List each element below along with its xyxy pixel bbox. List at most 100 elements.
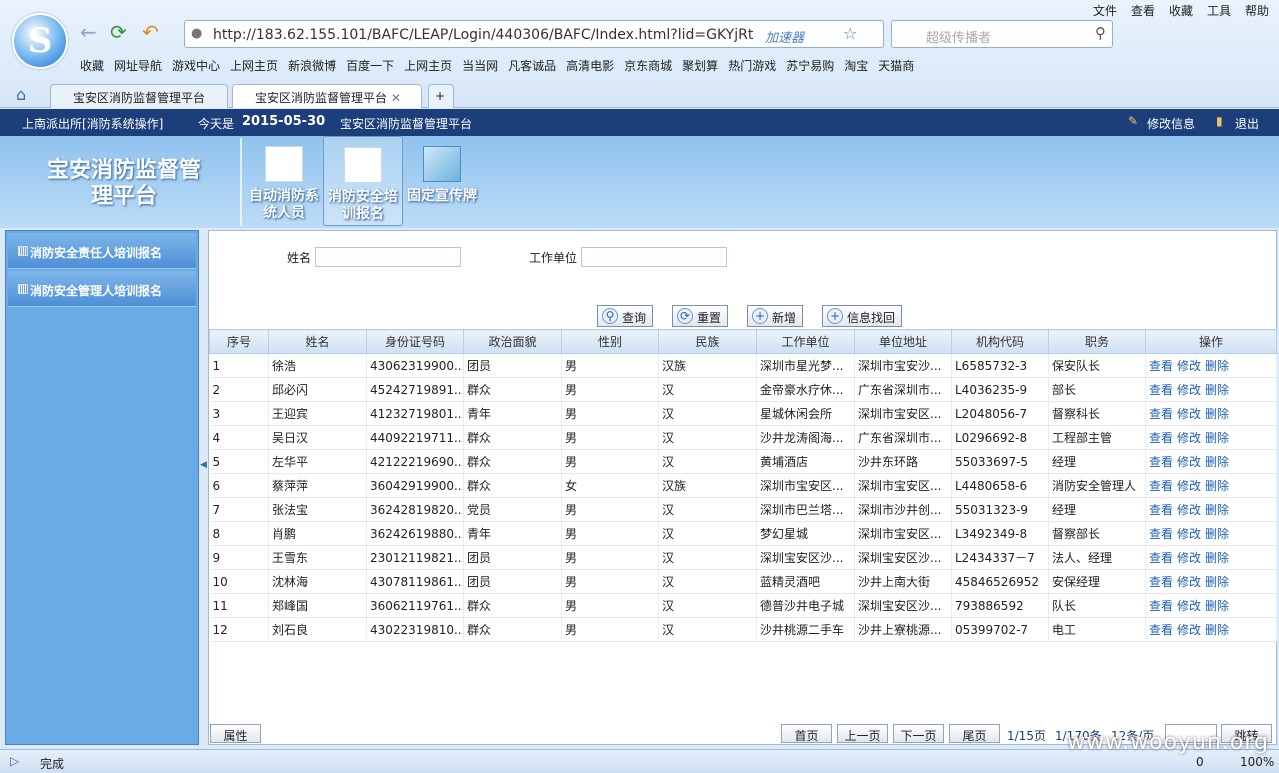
view-link[interactable]: 查看 xyxy=(1149,599,1173,613)
delete-link[interactable]: 删除 xyxy=(1205,431,1229,445)
view-link[interactable]: 查看 xyxy=(1149,407,1173,421)
menu-tools[interactable]: 工具 xyxy=(1207,2,1231,19)
reset-button[interactable]: ⟳ 重置 xyxy=(672,305,729,327)
table-row[interactable]: 7 张法宝 36242819820... 党员男汉深圳市巴兰塔... 深圳市沙井创...… xyxy=(209,497,1277,522)
delete-link[interactable]: 删除 xyxy=(1205,383,1229,397)
home-icon[interactable]: ⌂ xyxy=(16,85,26,104)
edit-link[interactable]: 修改 xyxy=(1177,599,1201,613)
delete-link[interactable]: 删除 xyxy=(1205,551,1229,565)
table-row[interactable]: 6 蔡萍萍 36042919900... 群众女汉族 深圳市宝安区... 深圳市宝安区..… xyxy=(209,473,1277,498)
first-page-button[interactable]: 首页 xyxy=(781,724,832,743)
exit-icon[interactable]: ▮ xyxy=(1216,114,1223,128)
menu-help[interactable]: 帮助 xyxy=(1245,2,1269,19)
column-header[interactable]: 民族 xyxy=(658,329,757,354)
delete-link[interactable]: 删除 xyxy=(1205,407,1229,421)
column-header[interactable]: 政治面貌 xyxy=(463,329,562,354)
menu-view[interactable]: 查看 xyxy=(1131,2,1155,19)
table-row[interactable]: 12 刘石良 43022319810... 群众男汉沙井桃源二手车 沙井上寮桃源... 0… xyxy=(209,617,1277,642)
name-input[interactable] xyxy=(315,247,461,267)
edit-link[interactable]: 修改 xyxy=(1177,383,1201,397)
address-bar[interactable]: ● http://183.62.155.101/BAFC/LEAP/Login/… xyxy=(184,20,884,48)
view-link[interactable]: 查看 xyxy=(1149,623,1173,637)
delete-link[interactable]: 删除 xyxy=(1205,479,1229,493)
table-row[interactable]: 8 肖鹏 36242619880... 青年男汉梦幻星城 深圳市宝安区... L34923… xyxy=(209,521,1277,546)
bookmark-item[interactable]: 京东商城 xyxy=(624,57,672,74)
edit-link[interactable]: 修改 xyxy=(1177,455,1201,469)
view-link[interactable]: 查看 xyxy=(1149,431,1173,445)
bookmark-item[interactable]: 游戏中心 xyxy=(172,57,220,74)
browser-logo[interactable]: S xyxy=(12,13,68,69)
bookmark-item[interactable]: 苏宁易购 xyxy=(786,57,834,74)
edit-link[interactable]: 修改 xyxy=(1177,407,1201,421)
table-row[interactable]: 5 左华平 42122219690... 群众男汉黄埔酒店 沙井东环路 55033697-… xyxy=(209,449,1277,474)
menu-favorites[interactable]: 收藏 xyxy=(1169,2,1193,19)
view-link[interactable]: 查看 xyxy=(1149,359,1173,373)
new-tab-button[interactable]: + xyxy=(428,84,454,108)
view-link[interactable]: 查看 xyxy=(1149,479,1173,493)
delete-link[interactable]: 删除 xyxy=(1205,359,1229,373)
refresh-icon[interactable]: ⟳ xyxy=(110,22,127,42)
bookmark-item[interactable]: 网址导航 xyxy=(114,57,162,74)
sidebar-item-responsible-training[interactable]: 消防安全责任人培训报名 xyxy=(8,233,196,269)
org-input[interactable] xyxy=(581,247,727,267)
url-text[interactable]: http://183.62.155.101/BAFC/LEAP/Login/44… xyxy=(213,27,753,43)
prev-page-button[interactable]: 上一页 xyxy=(837,724,888,743)
sidebar-item-manager-training[interactable]: 消防安全管理人培训报名 xyxy=(8,271,196,307)
view-link[interactable]: 查看 xyxy=(1149,551,1173,565)
column-header[interactable]: 姓名 xyxy=(268,329,367,354)
table-row[interactable]: 10 沈林海 43078119861... 团员男汉蓝精灵酒吧 沙井上南大街 458465… xyxy=(209,569,1277,594)
properties-button[interactable]: 属性 xyxy=(210,724,261,743)
column-header[interactable]: 工作单位 xyxy=(756,329,855,354)
tool-training-registration[interactable]: 消防安全培训报名 xyxy=(323,136,403,226)
bookmark-item[interactable]: 上网主页 xyxy=(404,57,452,74)
query-button[interactable]: ⚲ 查询 xyxy=(597,305,654,327)
table-row[interactable]: 3 王迎宾 41232719801... 青年男汉星城休闲会所 深圳市宝安区... L20… xyxy=(209,401,1277,426)
bookmark-item[interactable]: 上网主页 xyxy=(230,57,278,74)
bookmark-item[interactable]: 高清电影 xyxy=(566,57,614,74)
bookmark-item[interactable]: 热门游戏 xyxy=(728,57,776,74)
next-page-button[interactable]: 下一页 xyxy=(893,724,944,743)
view-link[interactable]: 查看 xyxy=(1149,383,1173,397)
back-icon[interactable]: ← xyxy=(80,22,97,42)
edit-link[interactable]: 修改 xyxy=(1177,575,1201,589)
bookmark-item[interactable]: 聚划算 xyxy=(682,57,718,74)
accelerator-label[interactable]: 加速器 xyxy=(765,27,804,46)
column-header[interactable]: 机构代码 xyxy=(951,329,1049,354)
delete-link[interactable]: 删除 xyxy=(1205,599,1229,613)
column-header[interactable]: 身份证号码 xyxy=(366,329,464,354)
recover-button[interactable]: + 信息找回 xyxy=(822,305,903,327)
search-box[interactable]: 超级传播者 ⚲ xyxy=(891,20,1113,48)
edit-link[interactable]: 修改 xyxy=(1177,431,1201,445)
edit-link[interactable]: 修改 xyxy=(1177,503,1201,517)
edit-link[interactable]: 修改 xyxy=(1177,527,1201,541)
browser-tab[interactable]: 宝安区消防监督管理平台 xyxy=(50,84,228,108)
delete-link[interactable]: 删除 xyxy=(1205,623,1229,637)
edit-icon[interactable]: ✎ xyxy=(1128,114,1138,128)
edit-info-link[interactable]: 修改信息 xyxy=(1147,115,1195,132)
sidebar-toggle-icon[interactable]: ▷ xyxy=(10,754,19,768)
edit-link[interactable]: 修改 xyxy=(1177,623,1201,637)
menu-file[interactable]: 文件 xyxy=(1093,2,1117,19)
tool-fixed-signboard[interactable]: 固定宣传牌 xyxy=(402,136,482,226)
bookmark-item[interactable]: 凡客诚品 xyxy=(508,57,556,74)
bookmark-item[interactable]: 新浪微博 xyxy=(288,57,336,74)
collapse-sidebar-icon[interactable]: ◀ xyxy=(200,460,207,470)
bookmark-item[interactable]: 淘宝 xyxy=(844,57,868,74)
column-header[interactable]: 单位地址 xyxy=(854,329,952,354)
table-row[interactable]: 11 郑峰国 36062119761... 群众男汉德普沙井电子城 深圳宝安区沙... 7… xyxy=(209,593,1277,618)
bookmark-item[interactable]: 收藏 xyxy=(80,57,104,74)
view-link[interactable]: 查看 xyxy=(1149,527,1173,541)
column-header[interactable]: 职务 xyxy=(1048,329,1146,354)
edit-link[interactable]: 修改 xyxy=(1177,359,1201,373)
add-button[interactable]: + 新增 xyxy=(747,305,804,327)
zoom-level[interactable]: 100% xyxy=(1240,755,1274,769)
column-header[interactable]: 操作 xyxy=(1145,329,1277,354)
delete-link[interactable]: 删除 xyxy=(1205,527,1229,541)
search-placeholder[interactable]: 超级传播者 xyxy=(926,27,991,46)
search-icon[interactable]: ⚲ xyxy=(1095,24,1106,42)
close-icon[interactable]: ✕ xyxy=(391,91,401,105)
edit-link[interactable]: 修改 xyxy=(1177,479,1201,493)
table-row[interactable]: 2 邱必闪 45242719891... 群众男汉金帝豪水疗休... 广东省深圳市...… xyxy=(209,377,1277,402)
view-link[interactable]: 查看 xyxy=(1149,503,1173,517)
table-row[interactable]: 4 吴日汉 44092219711... 群众男汉沙井龙涛阁海... 广东省深圳市...… xyxy=(209,425,1277,450)
